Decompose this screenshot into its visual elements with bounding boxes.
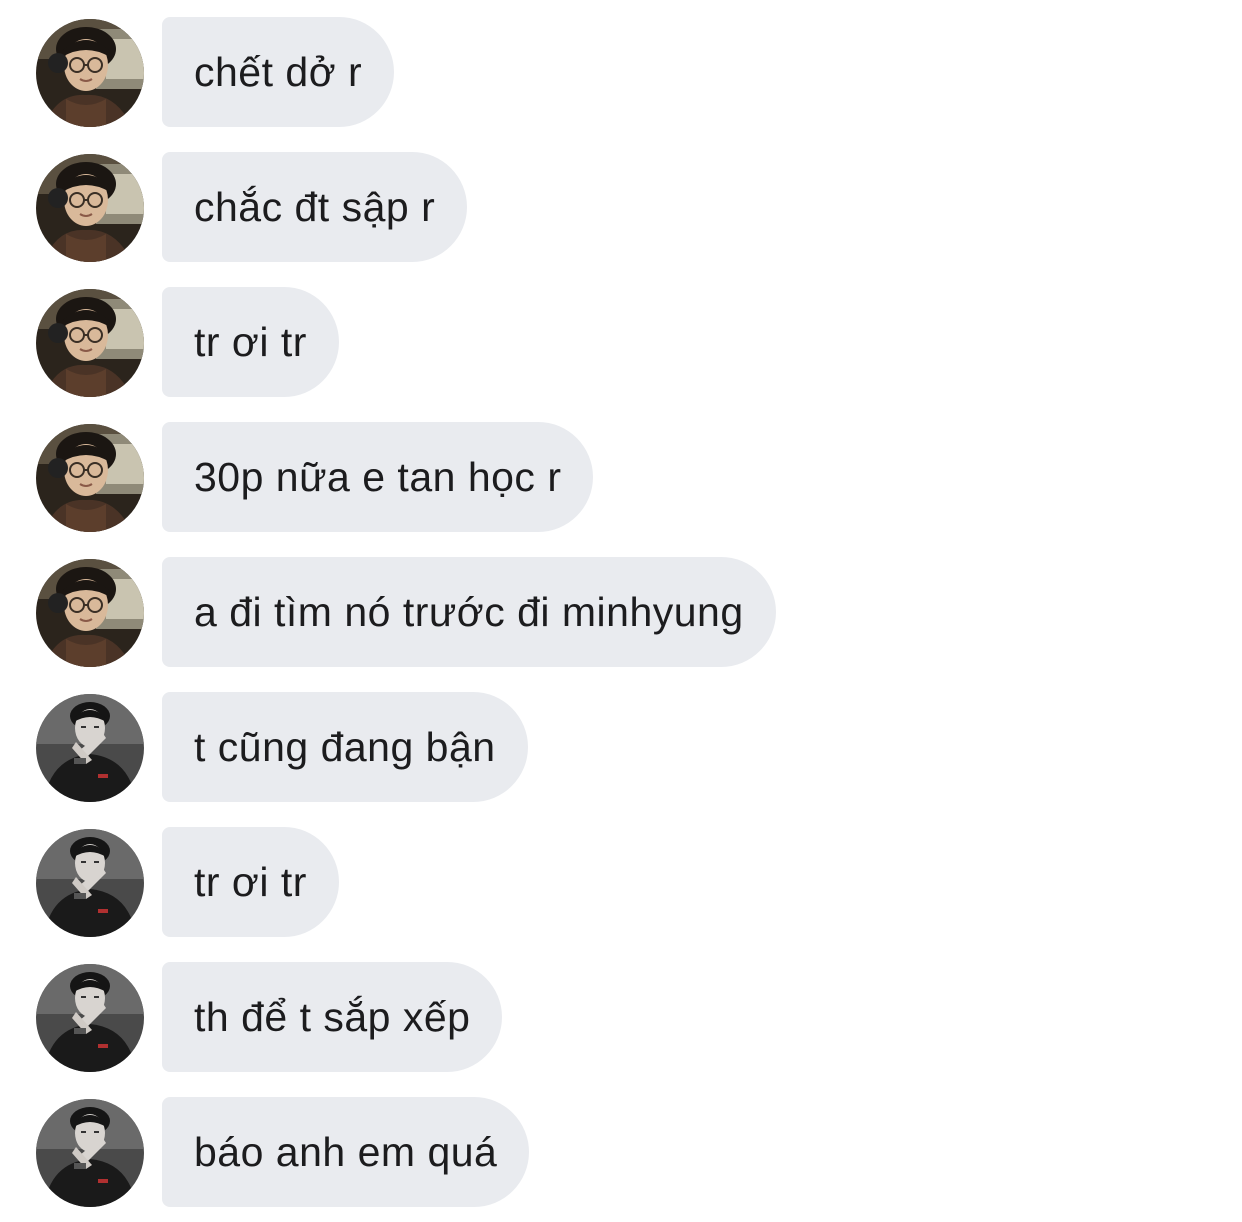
message-text: tr ơi tr [194, 858, 307, 905]
message-bubble[interactable]: chết dở r [162, 17, 395, 127]
avatar[interactable] [36, 1099, 144, 1207]
avatar[interactable] [36, 829, 144, 937]
message-row: th để t sắp xếp [0, 962, 1242, 1072]
message-bubble[interactable]: a đi tìm nó trước đi minhyung [162, 557, 776, 667]
message-text: chết dở r [194, 48, 363, 95]
message-bubble[interactable]: tr ơi tr [162, 827, 339, 937]
message-text: báo anh em quá [194, 1128, 498, 1175]
avatar-a-icon [36, 289, 144, 397]
avatar[interactable] [36, 559, 144, 667]
avatar[interactable] [36, 694, 144, 802]
avatar[interactable] [36, 289, 144, 397]
avatar[interactable] [36, 424, 144, 532]
message-row: a đi tìm nó trước đi minhyung [0, 557, 1242, 667]
message-bubble[interactable]: th để t sắp xếp [162, 962, 503, 1072]
message-text: t cũng đang bận [194, 723, 496, 770]
avatar-b-icon [36, 1099, 144, 1207]
avatar-b-icon [36, 829, 144, 937]
avatar-a-icon [36, 424, 144, 532]
message-bubble[interactable]: 30p nữa e tan học r [162, 422, 594, 532]
avatar-b-icon [36, 694, 144, 802]
avatar-a-icon [36, 559, 144, 667]
message-text: 30p nữa e tan học r [194, 453, 562, 500]
message-row: tr ơi tr [0, 827, 1242, 937]
message-bubble[interactable]: chắc đt sập r [162, 152, 468, 262]
message-text: tr ơi tr [194, 318, 307, 365]
avatar[interactable] [36, 154, 144, 262]
avatar-a-icon [36, 19, 144, 127]
avatar[interactable] [36, 964, 144, 1072]
message-row: 30p nữa e tan học r [0, 422, 1242, 532]
avatar-a-icon [36, 154, 144, 262]
message-bubble[interactable]: t cũng đang bận [162, 692, 528, 802]
message-bubble[interactable]: báo anh em quá [162, 1097, 530, 1207]
message-row: chết dở r [0, 17, 1242, 127]
message-text: th để t sắp xếp [194, 993, 471, 1040]
message-row: chắc đt sập r [0, 152, 1242, 262]
message-thread: chết dở r chắc đt sập r tr ơi tr 30p nữa… [0, 0, 1242, 1222]
message-text: a đi tìm nó trước đi minhyung [194, 588, 744, 635]
message-row: báo anh em quá [0, 1097, 1242, 1207]
message-text: chắc đt sập r [194, 183, 436, 230]
message-row: t cũng đang bận [0, 692, 1242, 802]
message-bubble[interactable]: tr ơi tr [162, 287, 339, 397]
avatar-b-icon [36, 964, 144, 1072]
message-row: tr ơi tr [0, 287, 1242, 397]
avatar[interactable] [36, 19, 144, 127]
